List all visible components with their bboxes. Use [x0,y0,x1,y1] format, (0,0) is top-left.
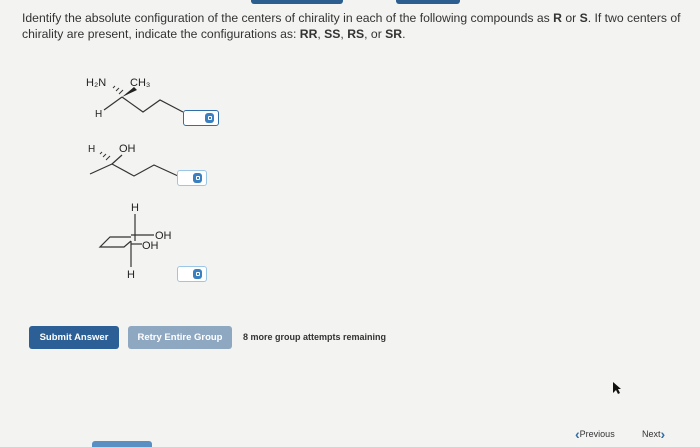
references-button[interactable] [396,0,460,4]
h-label: H [95,109,102,120]
review-topics-button[interactable] [251,0,343,4]
nh2-label: H₂N [86,77,106,89]
next-button[interactable]: Next › [642,426,665,442]
previous-button[interactable]: ‹ Previous [575,426,615,442]
lock-icon [193,269,202,279]
mouse-cursor-icon [613,382,621,394]
submit-answer-button[interactable]: Submit Answer [29,326,119,349]
h-bottom-label: H [127,269,135,281]
molecule-3: H OH OH H [98,202,172,281]
attempts-remaining-text: 8 more group attempts remaining [243,332,387,342]
retry-group-button[interactable]: Retry Entire Group [128,326,232,349]
lock-icon [193,173,202,183]
molecule-2: H OH [88,143,179,177]
lock-icon [205,113,214,123]
answer-input-1[interactable] [183,110,219,126]
ch3-label: CH₃ [130,77,150,89]
oh2-label: OH [142,240,159,252]
chevron-right-icon: › [660,426,666,442]
h-top-label: H [131,202,139,214]
bottom-tab-button[interactable] [92,441,152,447]
molecule-1: H₂N CH₃ H [86,77,184,120]
h-label: H [88,144,95,155]
question-text: Identify the absolute configuration of t… [22,11,681,41]
answer-input-2[interactable] [177,170,207,186]
oh-label: OH [119,143,136,155]
answer-input-3[interactable] [177,266,207,282]
